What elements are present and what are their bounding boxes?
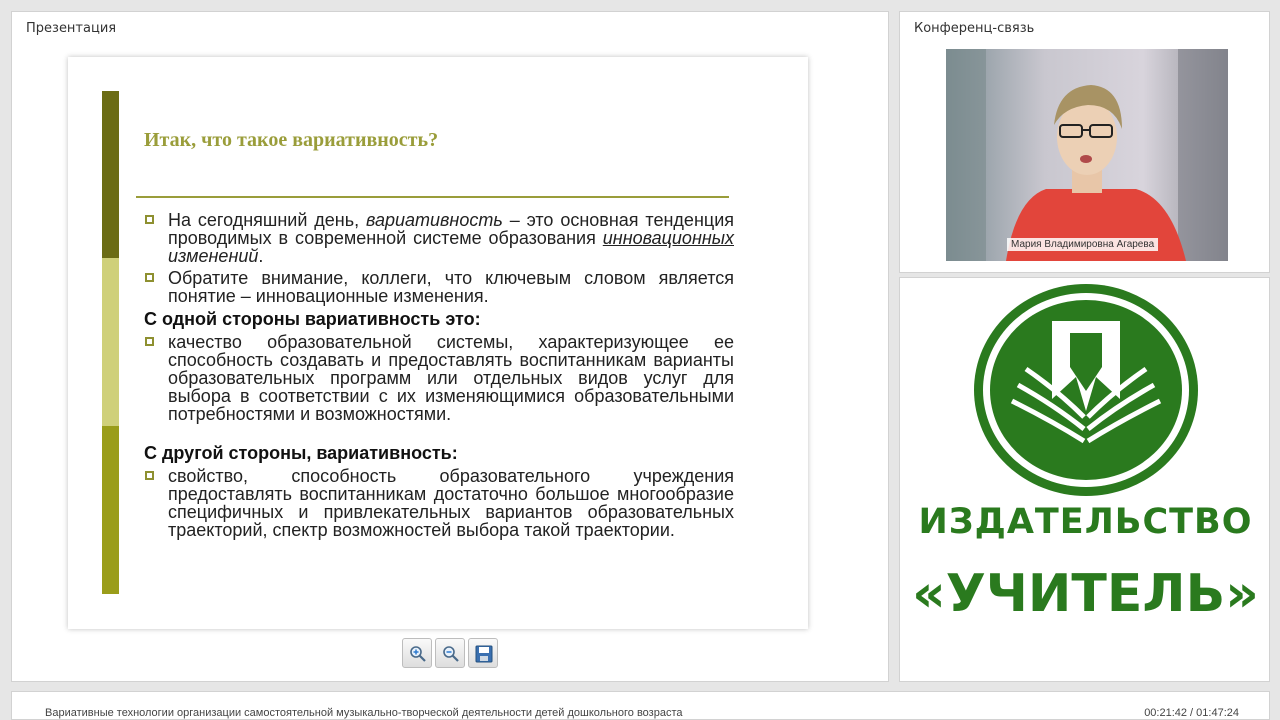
status-bar: Вариативные технологии организации самос… [11, 691, 1270, 720]
webcam-speaker-image [946, 49, 1228, 261]
webcam-video: Мария Владимировна Агарева [946, 49, 1228, 261]
bullet-marker-icon [145, 471, 154, 480]
conference-panel: Конференц-связь Мария Владимировна Агаре… [899, 11, 1270, 273]
participant-name-label: Мария Владимировна Агарева [1007, 238, 1159, 251]
zoom-in-icon [410, 646, 426, 662]
bullet-marker-icon [145, 215, 154, 224]
playback-timer: 00:21:42 / 01:47:24 [1144, 707, 1239, 719]
slide-accent-bar-middle [102, 258, 119, 426]
zoom-out-button[interactable] [435, 638, 465, 668]
slide-bullet-2: Обратите внимание, коллеги, что ключевым… [145, 269, 734, 305]
bullet-marker-icon [145, 273, 154, 282]
slide-heading-2: С другой стороны, вариативность: [144, 443, 458, 463]
save-button[interactable] [468, 638, 498, 668]
floppy-disk-icon [475, 645, 493, 663]
conference-panel-title: Конференц-связь [914, 21, 1035, 36]
publisher-name-line-1: ИЗДАТЕЛЬСТВО [918, 502, 1253, 542]
presentation-panel-title: Презентация [26, 21, 117, 36]
publisher-name-line-2: «УЧИТЕЛЬ» [912, 564, 1259, 624]
slide-title: Итак, что такое вариативность? [144, 129, 439, 151]
bullet-marker-icon [145, 337, 154, 346]
slide-bullet-3: качество образовательной системы, характ… [145, 333, 734, 423]
slide-heading-1: С одной стороны вариативность это: [144, 309, 481, 329]
presentation-slide: Итак, что такое вариативность? На сегодн… [68, 57, 808, 629]
presentation-panel: Презентация Итак, что такое вариативност… [11, 11, 889, 682]
zoom-in-button[interactable] [402, 638, 432, 668]
course-title: Вариативные технологии организации самос… [45, 707, 683, 719]
slide-accent-bar-top [102, 91, 119, 258]
slide-accent-bar-bottom [102, 426, 119, 594]
publisher-logo-panel: ИЗДАТЕЛЬСТВО «УЧИТЕЛЬ» [899, 277, 1270, 682]
slide-bullet-1: На сегодняшний день, вариативность – это… [145, 211, 734, 265]
zoom-out-icon [443, 646, 459, 662]
slide-bullet-4: свойство, способность образовательного у… [145, 467, 734, 539]
slide-title-rule [136, 196, 729, 198]
publisher-logo-emblem [974, 284, 1198, 496]
